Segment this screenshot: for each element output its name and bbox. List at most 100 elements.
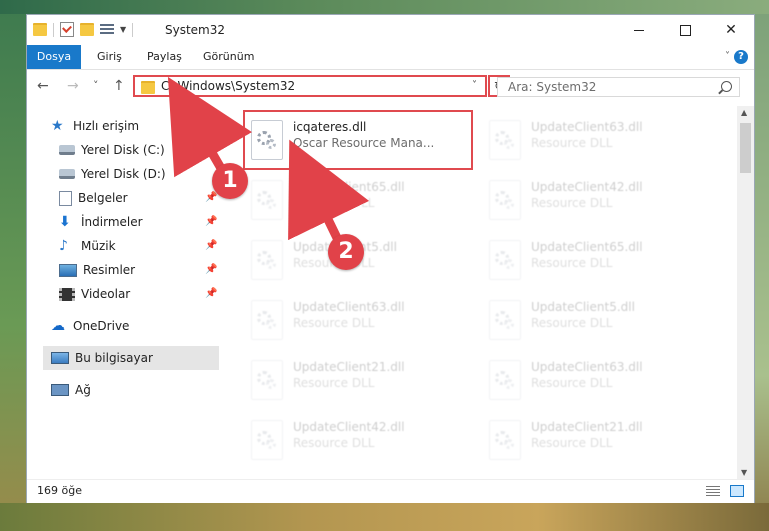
network-icon bbox=[51, 384, 69, 396]
minimize-button[interactable] bbox=[616, 15, 662, 45]
sidebar-item-label: İndirmeler bbox=[81, 215, 143, 229]
search-input[interactable]: Ara: System32 bbox=[497, 77, 740, 97]
item-count: 169 öğe bbox=[37, 484, 82, 497]
vertical-scrollbar[interactable]: ▲ ▼ bbox=[737, 106, 754, 479]
file-tile[interactable]: UpdateClient42.dll Resource DLL bbox=[245, 412, 471, 468]
sidebar-item-label: Hızlı erişim bbox=[73, 119, 140, 133]
scroll-down-icon[interactable]: ▼ bbox=[741, 468, 747, 477]
sidebar-item-label: Resimler bbox=[83, 263, 136, 277]
file-type: Resource DLL bbox=[531, 376, 613, 390]
file-name: UpdateClient42.dll bbox=[531, 180, 643, 194]
new-folder-icon[interactable] bbox=[80, 23, 94, 36]
sidebar-item-local-disk-d[interactable]: Yerel Disk (D:) bbox=[59, 162, 166, 186]
drive-icon bbox=[59, 145, 75, 155]
dll-file-icon bbox=[251, 360, 283, 400]
sidebar-item-documents[interactable]: Belgeler bbox=[59, 186, 128, 210]
file-type: Resource DLL bbox=[293, 376, 375, 390]
sidebar-item-label: Yerel Disk (C:) bbox=[81, 143, 165, 157]
file-tile[interactable]: UpdateClient65.dll Resource DLL bbox=[483, 232, 709, 288]
file-tile[interactable]: UpdateClient21.dll Resource DLL bbox=[245, 352, 471, 408]
desktop-background-right bbox=[755, 14, 769, 531]
pictures-icon bbox=[59, 263, 77, 277]
file-name: icqateres.dll bbox=[293, 120, 367, 134]
details-view-icon[interactable] bbox=[706, 486, 720, 497]
sidebar-item-onedrive[interactable]: ☁ OneDrive bbox=[51, 314, 129, 338]
status-bar: 169 öğe bbox=[27, 479, 754, 503]
sidebar-item-downloads[interactable]: ⬇ İndirmeler bbox=[59, 210, 143, 234]
folder-icon bbox=[33, 23, 47, 36]
separator bbox=[132, 22, 134, 37]
dll-file-icon bbox=[489, 420, 521, 460]
properties-check-icon[interactable] bbox=[60, 22, 74, 37]
expand-ribbon-chevron-icon[interactable]: ˅ bbox=[725, 51, 730, 62]
folder-icon bbox=[141, 81, 155, 94]
tab-dosya[interactable]: Dosya bbox=[27, 45, 81, 69]
tab-giris[interactable]: Giriş bbox=[87, 45, 132, 69]
dll-file-icon bbox=[489, 120, 521, 160]
file-name: UpdateClient63.dll bbox=[531, 120, 643, 134]
sidebar-item-videos[interactable]: Videolar bbox=[59, 282, 130, 306]
file-tile[interactable]: UpdateClient21.dll Resource DLL bbox=[483, 412, 709, 468]
help-icon[interactable]: ? bbox=[734, 50, 748, 64]
maximize-button[interactable] bbox=[662, 15, 708, 45]
sidebar-item-pictures[interactable]: Resimler bbox=[59, 258, 135, 282]
step-1-badge: 1 bbox=[212, 163, 248, 199]
file-name: UpdateClient65.dll bbox=[531, 240, 643, 254]
drive-icon bbox=[59, 169, 75, 179]
pin-icon[interactable]: 📌 bbox=[205, 264, 217, 275]
search-icon[interactable] bbox=[721, 81, 732, 92]
quick-access-toolbar: ▼ bbox=[33, 22, 134, 37]
file-tile[interactable]: UpdateClient42.dll Resource DLL bbox=[483, 172, 709, 228]
large-icons-view-icon[interactable] bbox=[730, 485, 744, 497]
recent-locations-chevron-icon[interactable]: ˅ bbox=[93, 79, 99, 92]
file-name: UpdateClient21.dll bbox=[293, 360, 405, 374]
title-bar: ▼ System32 ✕ bbox=[27, 15, 754, 45]
customize-toolbar-chevron-down-icon[interactable]: ▼ bbox=[120, 25, 126, 34]
file-tile[interactable]: UpdateClient65.dll Resource DLL bbox=[245, 172, 471, 228]
address-path[interactable]: C:\Windows\System32 bbox=[161, 79, 295, 93]
dll-file-icon bbox=[251, 240, 283, 280]
file-list: icqateres.dll Oscar Resource Mana... Upd… bbox=[243, 106, 736, 479]
file-tile-icqateres[interactable]: icqateres.dll Oscar Resource Mana... bbox=[243, 110, 473, 170]
sidebar-item-label: Bu bilgisayar bbox=[75, 351, 153, 365]
file-type: Resource DLL bbox=[531, 316, 613, 330]
sidebar-item-local-disk-c[interactable]: Yerel Disk (C:) bbox=[59, 138, 165, 162]
sidebar-item-music[interactable]: ♪ Müzik bbox=[59, 234, 116, 258]
file-type: Resource DLL bbox=[293, 436, 375, 450]
pin-icon[interactable]: 📌 bbox=[205, 216, 217, 227]
address-bar[interactable]: C:\Windows\System32 ˅ bbox=[133, 75, 487, 97]
scroll-up-icon[interactable]: ▲ bbox=[741, 108, 747, 117]
window-title: System32 bbox=[165, 23, 226, 37]
file-type: Resource DLL bbox=[293, 196, 375, 210]
sidebar-item-this-pc[interactable]: Bu bilgisayar bbox=[43, 346, 219, 370]
address-dropdown-chevron-icon[interactable]: ˅ bbox=[472, 80, 477, 91]
list-properties-icon[interactable] bbox=[100, 23, 114, 36]
file-name: UpdateClient63.dll bbox=[531, 360, 643, 374]
minimize-icon bbox=[634, 29, 644, 31]
file-tile[interactable]: UpdateClient5.dll Resource DLL bbox=[483, 292, 709, 348]
file-tile[interactable]: UpdateClient63.dll Resource DLL bbox=[245, 292, 471, 348]
close-button[interactable]: ✕ bbox=[708, 15, 754, 45]
file-tile[interactable]: UpdateClient63.dll Resource DLL bbox=[483, 352, 709, 408]
sidebar-item-network[interactable]: Ağ bbox=[51, 378, 91, 402]
separator bbox=[53, 22, 54, 37]
maximize-icon bbox=[679, 24, 691, 36]
file-type: Resource DLL bbox=[293, 316, 375, 330]
pin-icon[interactable]: 📌 bbox=[205, 288, 217, 299]
sidebar-item-label: Yerel Disk (D:) bbox=[81, 167, 166, 181]
back-button[interactable]: ← bbox=[37, 78, 49, 94]
sidebar-item-quick-access[interactable]: ★ Hızlı erişim bbox=[51, 114, 139, 138]
pin-icon[interactable]: 📌 bbox=[205, 240, 217, 251]
ribbon-tabs: Dosya Giriş Paylaş Görünüm ˅ ? bbox=[27, 45, 754, 70]
scrollbar-thumb[interactable] bbox=[740, 123, 751, 173]
desktop-background bbox=[0, 0, 769, 14]
tab-paylas[interactable]: Paylaş bbox=[137, 45, 192, 69]
forward-button[interactable]: → bbox=[67, 78, 79, 94]
download-icon: ⬇ bbox=[59, 214, 71, 230]
tab-gorunum[interactable]: Görünüm bbox=[193, 45, 264, 69]
videos-icon bbox=[59, 287, 75, 301]
file-tile[interactable]: UpdateClient63.dll Resource DLL bbox=[483, 112, 709, 168]
sidebar-item-label: Videolar bbox=[81, 287, 131, 301]
pin-icon[interactable]: 📌 bbox=[205, 192, 217, 203]
up-button[interactable]: ↑ bbox=[113, 78, 125, 94]
